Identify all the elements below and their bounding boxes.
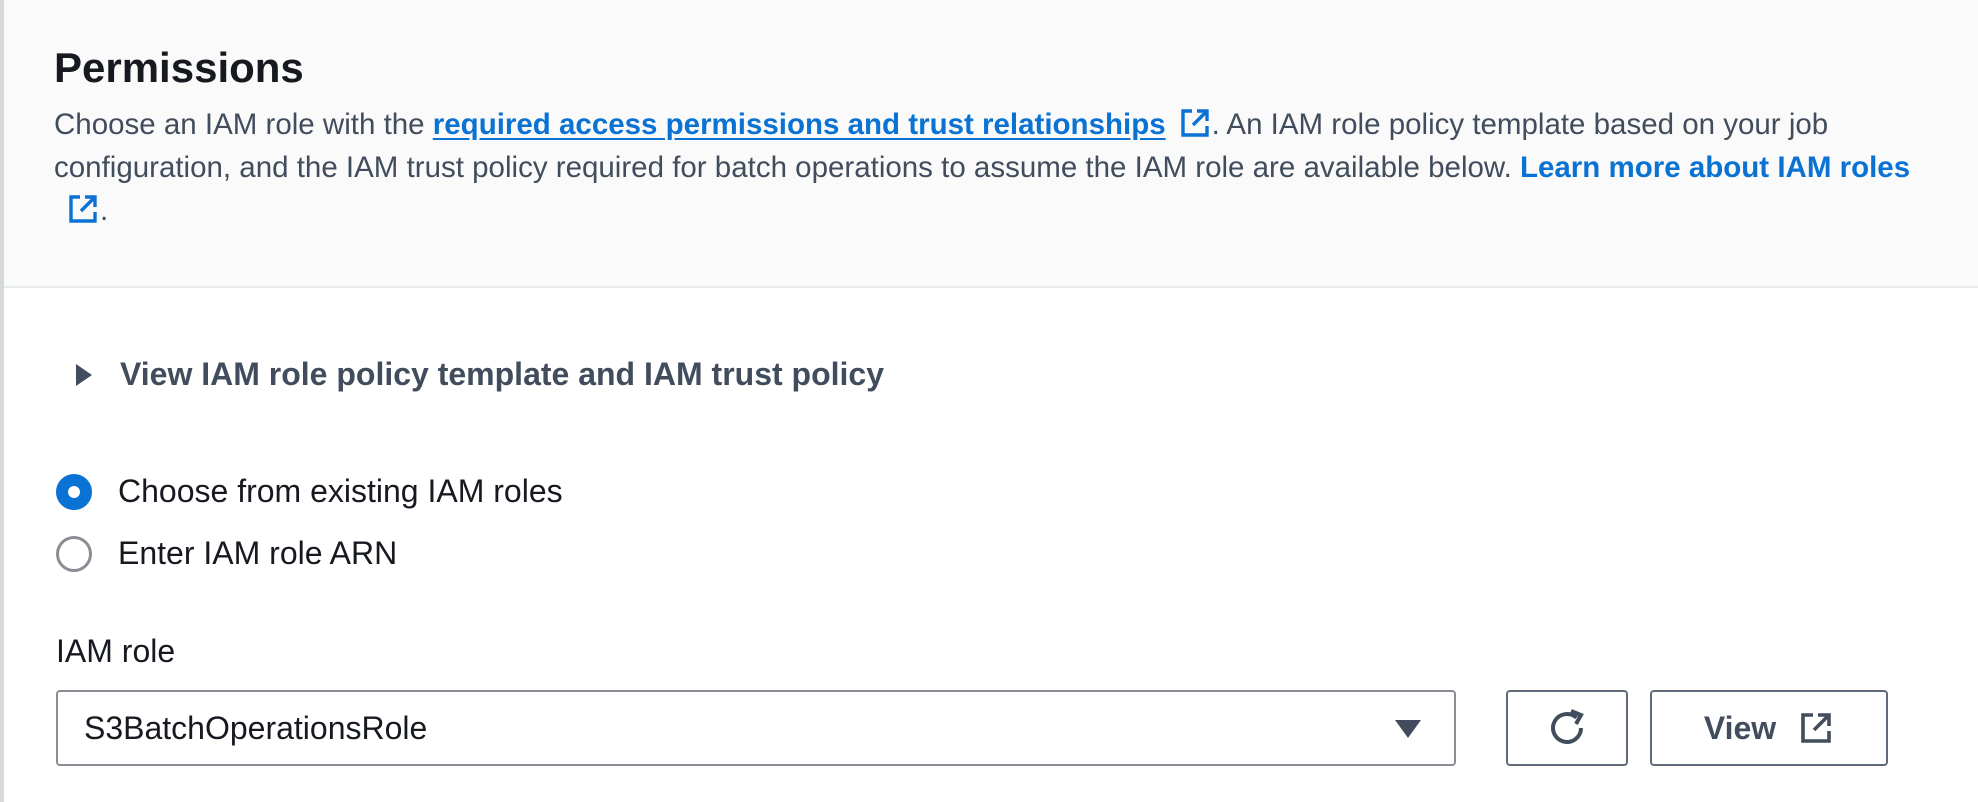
radio-choose-existing-role[interactable]: Choose from existing IAM roles (56, 473, 563, 510)
required-permissions-link[interactable]: required access permissions and trust re… (433, 108, 1166, 141)
iam-role-select-value: S3BatchOperationsRole (84, 709, 428, 746)
external-link-icon[interactable] (1178, 106, 1212, 140)
radio-enter-role-arn[interactable]: Enter IAM role ARN (56, 535, 397, 572)
learn-more-link-label: Learn more about IAM roles (1519, 151, 1911, 184)
expander-label: View IAM role policy template and IAM tr… (120, 356, 884, 392)
caret-down-icon (1394, 718, 1422, 740)
policy-template-expander[interactable]: View IAM role policy template and IAM tr… (74, 356, 884, 393)
view-role-button[interactable]: View (1650, 690, 1888, 766)
iam-role-label: IAM role (56, 633, 176, 669)
radio-label-choose-existing: Choose from existing IAM roles (118, 473, 563, 509)
external-link-icon (1798, 710, 1834, 746)
description-text-1: Choose an IAM role with the (54, 108, 433, 141)
section-description: Choose an IAM role with the required acc… (54, 103, 1944, 232)
refresh-icon (1545, 706, 1589, 750)
refresh-button[interactable] (1506, 690, 1628, 766)
section-title: Permissions (54, 44, 304, 91)
iam-role-select[interactable]: S3BatchOperationsRole (56, 690, 1456, 766)
caret-right-icon (74, 362, 94, 388)
external-link-icon[interactable] (66, 192, 100, 226)
required-permissions-link-label: required access permissions and trust re… (432, 108, 1166, 141)
radio-button-unselected[interactable] (56, 535, 92, 572)
radio-label-enter-arn: Enter IAM role ARN (118, 535, 398, 571)
permissions-panel: Permissions Choose an IAM role with the … (0, 0, 1978, 802)
permissions-header: Permissions Choose an IAM role with the … (4, 0, 1978, 288)
radio-button-selected[interactable] (56, 473, 92, 510)
view-button-label: View (1703, 709, 1777, 746)
description-text-3: . (100, 194, 109, 227)
